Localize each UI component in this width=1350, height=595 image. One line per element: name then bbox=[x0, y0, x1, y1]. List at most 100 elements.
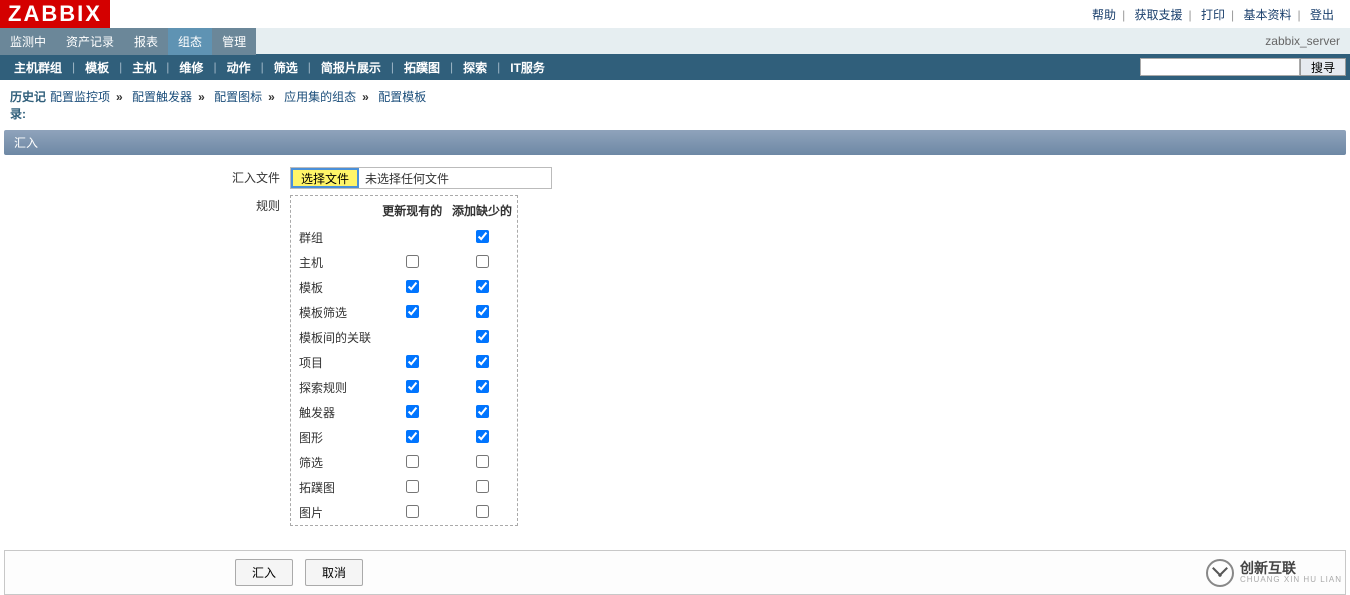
rule-label: 群组 bbox=[291, 225, 377, 250]
table-row: 图形 bbox=[291, 425, 517, 450]
brand-watermark: 创新互联 CHUANG XIN HU LIAN bbox=[1206, 559, 1342, 587]
choose-file-button[interactable]: 选择文件 bbox=[291, 168, 359, 188]
server-name: zabbix_server bbox=[1265, 34, 1340, 48]
table-row: 探索规则 bbox=[291, 375, 517, 400]
rule-label: 探索规则 bbox=[291, 375, 377, 400]
rule-cell bbox=[447, 225, 517, 250]
rule-checkbox[interactable] bbox=[476, 255, 489, 268]
rule-cell bbox=[377, 450, 447, 475]
rule-checkbox[interactable] bbox=[476, 305, 489, 318]
tab-configuration[interactable]: 组态 bbox=[168, 28, 212, 55]
rule-cell bbox=[377, 225, 447, 250]
crumb-items[interactable]: 配置监控项 bbox=[50, 90, 110, 104]
brand-en: CHUANG XIN HU LIAN bbox=[1240, 576, 1342, 585]
subtab-templates[interactable]: 模板 bbox=[75, 59, 119, 76]
rule-checkbox[interactable] bbox=[476, 330, 489, 343]
table-row: 群组 bbox=[291, 225, 517, 250]
rule-checkbox[interactable] bbox=[476, 480, 489, 493]
import-button[interactable]: 汇入 bbox=[235, 559, 293, 586]
subtab-hosts[interactable]: 主机 bbox=[122, 59, 166, 76]
cancel-button[interactable]: 取消 bbox=[305, 559, 363, 586]
rule-cell bbox=[447, 450, 517, 475]
rule-checkbox[interactable] bbox=[406, 455, 419, 468]
rule-cell bbox=[447, 350, 517, 375]
crumb-graphs[interactable]: 配置图标 bbox=[214, 90, 262, 104]
rule-checkbox[interactable] bbox=[406, 430, 419, 443]
brand-cn: 创新互联 bbox=[1240, 561, 1342, 576]
rule-checkbox[interactable] bbox=[476, 430, 489, 443]
search-button[interactable]: 搜寻 bbox=[1300, 58, 1346, 76]
logo: ZABBIX bbox=[0, 0, 110, 28]
rules-table: 更新现有的 添加缺少的 群组主机模板模板筛选模板间的关联项目探索规则触发器图形筛… bbox=[290, 195, 518, 526]
subtab-slideshows[interactable]: 简报片展示 bbox=[311, 59, 391, 76]
crumb-triggers[interactable]: 配置触发器 bbox=[132, 90, 192, 104]
subtab-hostgroups[interactable]: 主机群组 bbox=[4, 59, 72, 76]
rule-label: 触发器 bbox=[291, 400, 377, 425]
rule-cell bbox=[447, 500, 517, 525]
import-file-label: 汇入文件 bbox=[10, 167, 290, 189]
rule-cell bbox=[377, 325, 447, 350]
subtab-discovery[interactable]: 探索 bbox=[453, 59, 497, 76]
rule-cell bbox=[377, 275, 447, 300]
tab-administration[interactable]: 管理 bbox=[212, 28, 256, 55]
rule-label: 模板筛选 bbox=[291, 300, 377, 325]
file-chooser[interactable]: 选择文件 未选择任何文件 bbox=[290, 167, 552, 189]
rules-label: 规则 bbox=[10, 195, 290, 526]
rule-cell bbox=[447, 375, 517, 400]
rule-label: 主机 bbox=[291, 250, 377, 275]
table-row: 模板 bbox=[291, 275, 517, 300]
crumb-templates[interactable]: 配置模板 bbox=[378, 90, 426, 104]
rule-checkbox[interactable] bbox=[406, 405, 419, 418]
subtab-maintenance[interactable]: 维修 bbox=[169, 59, 213, 76]
tab-inventory[interactable]: 资产记录 bbox=[56, 28, 124, 55]
rule-checkbox[interactable] bbox=[476, 380, 489, 393]
table-row: 模板间的关联 bbox=[291, 325, 517, 350]
subtab-itservices[interactable]: IT服务 bbox=[500, 59, 555, 76]
rule-checkbox[interactable] bbox=[476, 405, 489, 418]
tab-reports[interactable]: 报表 bbox=[124, 28, 168, 55]
link-print[interactable]: 打印 bbox=[1195, 8, 1231, 22]
subtab-actions[interactable]: 动作 bbox=[217, 59, 261, 76]
table-row: 模板筛选 bbox=[291, 300, 517, 325]
link-profile[interactable]: 基本资料 bbox=[1238, 8, 1298, 22]
rule-checkbox[interactable] bbox=[476, 280, 489, 293]
rule-cell bbox=[447, 425, 517, 450]
top-links: 帮助| 获取支援| 打印| 基本资料| 登出 bbox=[1086, 6, 1340, 23]
rule-checkbox[interactable] bbox=[406, 255, 419, 268]
rule-checkbox[interactable] bbox=[406, 505, 419, 518]
rule-cell bbox=[377, 350, 447, 375]
rule-checkbox[interactable] bbox=[406, 280, 419, 293]
rule-cell bbox=[377, 300, 447, 325]
rule-checkbox[interactable] bbox=[406, 305, 419, 318]
table-row: 筛选 bbox=[291, 450, 517, 475]
rule-checkbox[interactable] bbox=[406, 355, 419, 368]
rule-cell bbox=[377, 250, 447, 275]
rules-header-empty bbox=[291, 196, 377, 225]
rule-label: 拓蹼图 bbox=[291, 475, 377, 500]
crumb-applications[interactable]: 应用集的组态 bbox=[284, 90, 356, 104]
rule-checkbox[interactable] bbox=[476, 505, 489, 518]
rule-label: 图形 bbox=[291, 425, 377, 450]
rule-cell bbox=[447, 325, 517, 350]
table-row: 触发器 bbox=[291, 400, 517, 425]
rule-checkbox[interactable] bbox=[476, 355, 489, 368]
rules-header-update: 更新现有的 bbox=[377, 196, 447, 225]
rule-cell bbox=[377, 400, 447, 425]
rule-cell bbox=[447, 300, 517, 325]
subtab-maps[interactable]: 拓蹼图 bbox=[394, 59, 450, 76]
rule-checkbox[interactable] bbox=[406, 380, 419, 393]
table-row: 主机 bbox=[291, 250, 517, 275]
link-support[interactable]: 获取支援 bbox=[1129, 8, 1189, 22]
tab-monitoring[interactable]: 监测中 bbox=[0, 28, 56, 55]
rule-cell bbox=[447, 400, 517, 425]
brand-icon bbox=[1206, 559, 1234, 587]
rule-checkbox[interactable] bbox=[476, 230, 489, 243]
link-logout[interactable]: 登出 bbox=[1304, 8, 1340, 22]
rule-cell bbox=[447, 475, 517, 500]
link-help[interactable]: 帮助 bbox=[1086, 8, 1122, 22]
table-row: 图片 bbox=[291, 500, 517, 525]
subtab-screens[interactable]: 筛选 bbox=[264, 59, 308, 76]
rule-checkbox[interactable] bbox=[406, 480, 419, 493]
rule-checkbox[interactable] bbox=[476, 455, 489, 468]
search-input[interactable] bbox=[1140, 58, 1300, 76]
